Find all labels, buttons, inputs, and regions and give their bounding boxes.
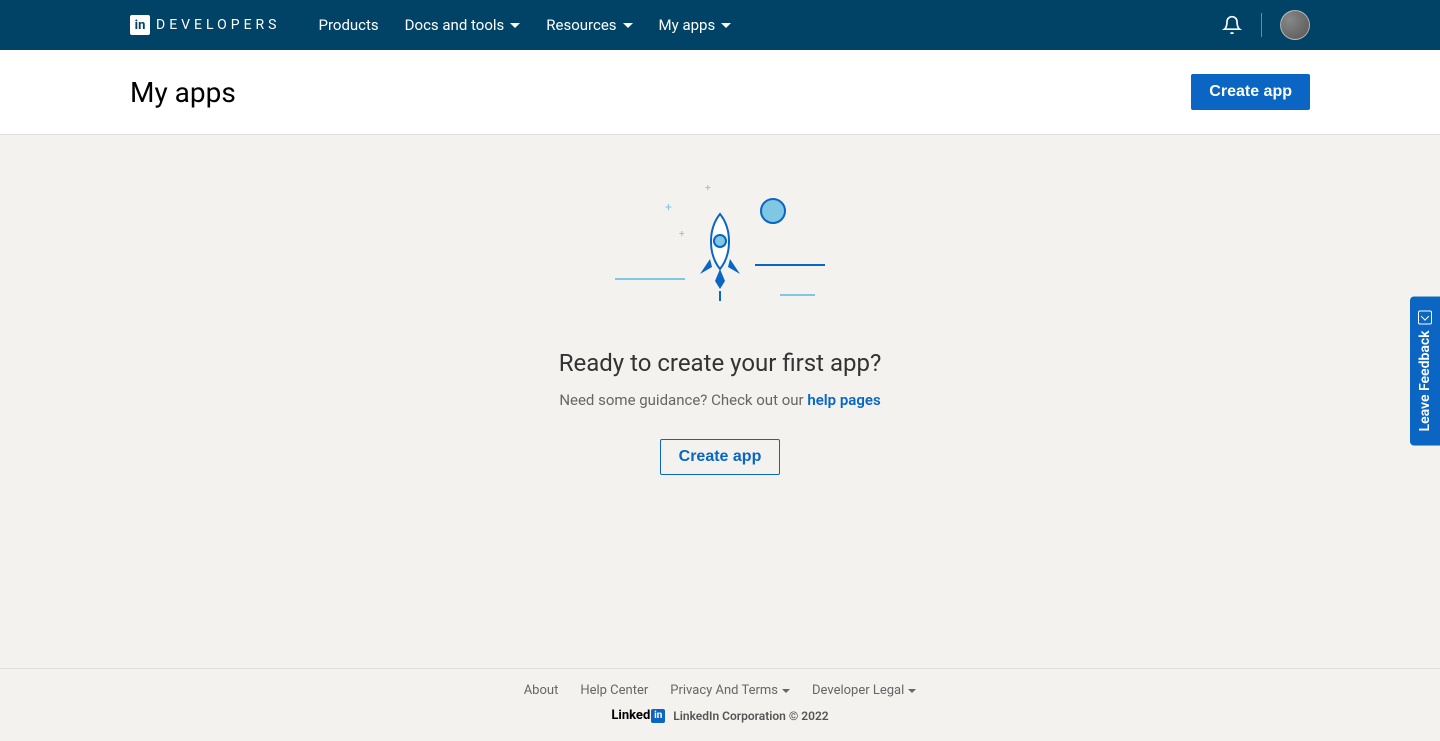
footer-privacy-terms[interactable]: Privacy And Terms [670,683,790,698]
chevron-down-icon [908,689,916,693]
avatar[interactable] [1280,10,1310,40]
nav-my-apps[interactable]: My apps [659,16,732,34]
nav-docs-tools[interactable]: Docs and tools [405,16,521,34]
linkedin-logo: Linkedin [611,708,665,723]
svg-text:+: + [679,229,685,240]
chevron-down-icon [782,689,790,693]
divider [1261,13,1262,37]
footer: About Help Center Privacy And Terms Deve… [0,668,1440,741]
empty-state-subtext: Need some guidance? Check out our help p… [559,391,880,409]
create-app-button-secondary[interactable]: Create app [660,439,781,475]
empty-state-headline: Ready to create your first app? [559,349,882,377]
footer-about[interactable]: About [524,683,559,698]
page-title: My apps [130,76,236,109]
nav-products[interactable]: Products [318,16,378,34]
empty-state-illustration: + + + [605,179,835,319]
notifications-icon[interactable] [1221,14,1243,36]
logo-text: DEVELOPERS [156,17,280,33]
linkedin-icon: in [130,15,150,35]
chevron-down-icon [623,23,633,28]
nav-resources[interactable]: Resources [546,16,632,34]
chevron-down-icon [510,23,520,28]
main-content: + + + Ready to create your first app? Ne… [0,135,1440,668]
feedback-icon [1418,310,1432,324]
footer-help-center[interactable]: Help Center [580,683,648,698]
help-pages-link[interactable]: help pages [807,391,880,409]
create-app-button[interactable]: Create app [1191,74,1310,110]
leave-feedback-button[interactable]: Leave Feedback [1410,296,1440,445]
top-nav: in DEVELOPERS Products Docs and tools Re… [0,0,1440,50]
page-header: My apps Create app [0,50,1440,135]
footer-developer-legal[interactable]: Developer Legal [812,683,916,698]
copyright: LinkedIn Corporation © 2022 [673,709,828,723]
chevron-down-icon [721,23,731,28]
svg-text:+: + [665,200,672,214]
svg-text:+: + [705,183,711,194]
logo[interactable]: in DEVELOPERS [130,15,280,35]
